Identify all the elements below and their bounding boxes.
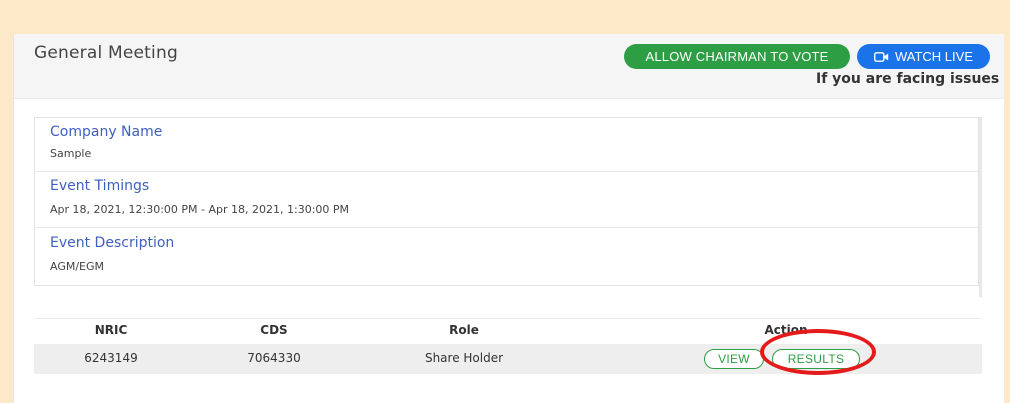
info-scrollbar[interactable] <box>979 117 982 297</box>
cell-nric: 6243149 <box>84 351 138 365</box>
info-row-company: Company Name Sample <box>35 118 978 172</box>
results-button[interactable]: RESULTS <box>772 349 860 369</box>
view-button[interactable]: VIEW <box>704 349 764 369</box>
table-row: 6243149 7064330 Share Holder VIEW RESULT… <box>34 344 982 374</box>
event-description-label: Event Description <box>50 235 175 251</box>
info-row-description: Event Description AGM/EGM <box>35 228 978 284</box>
company-name-label: Company Name <box>50 124 163 140</box>
page-title: General Meeting <box>34 43 178 63</box>
col-action: Action <box>764 323 808 337</box>
watch-live-button[interactable]: WATCH LIVE <box>857 44 990 69</box>
col-nric: NRIC <box>94 323 128 337</box>
panel-header: General Meeting ALLOW CHAIRMAN TO VOTE W… <box>14 34 1004 99</box>
event-timings-label: Event Timings <box>50 178 150 194</box>
event-info-card: Company Name Sample Event Timings Apr 18… <box>34 117 979 286</box>
event-timings-value: Apr 18, 2021, 12:30:00 PM - Apr 18, 2021… <box>50 203 350 216</box>
table-header: NRIC CDS Role Action <box>34 318 982 344</box>
col-role: Role <box>449 323 479 337</box>
info-row-timings: Event Timings Apr 18, 2021, 12:30:00 PM … <box>35 171 978 228</box>
col-cds: CDS <box>260 323 288 337</box>
company-name-value: Sample <box>50 147 92 160</box>
issues-notice: If you are facing issues i <box>816 71 1002 87</box>
video-camera-icon <box>874 51 889 62</box>
cell-cds: 7064330 <box>247 351 301 365</box>
meeting-panel: General Meeting ALLOW CHAIRMAN TO VOTE W… <box>13 34 1004 403</box>
cell-role: Share Holder <box>424 351 504 365</box>
watch-live-label: WATCH LIVE <box>894 49 973 64</box>
event-description-value: AGM/EGM <box>50 260 105 273</box>
allow-chairman-to-vote-button[interactable]: ALLOW CHAIRMAN TO VOTE <box>624 44 850 69</box>
